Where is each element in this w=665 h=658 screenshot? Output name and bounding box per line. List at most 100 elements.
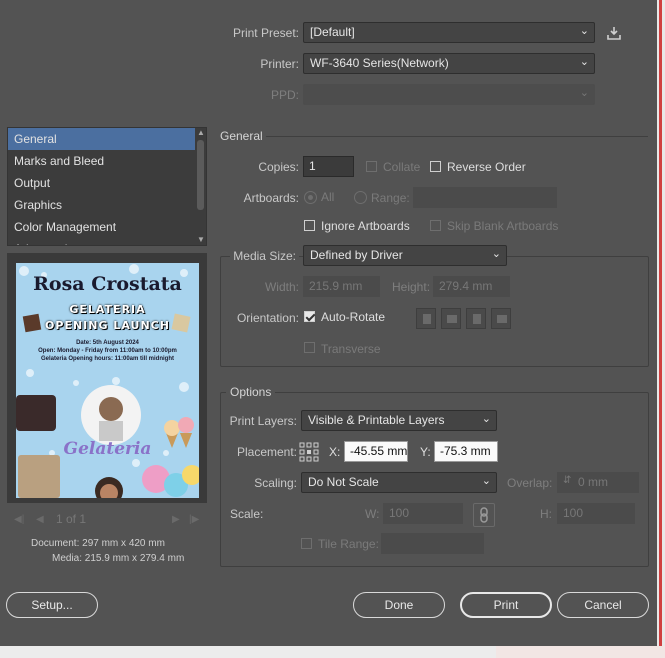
sidebar-item-general[interactable]: General: [8, 128, 195, 150]
copies-label: Copies:: [258, 160, 299, 174]
page-indicator[interactable]: 1 of 1: [52, 511, 166, 529]
print-preset-dropdown[interactable]: [Default] ⌄: [303, 22, 595, 43]
width-label: Width:: [264, 280, 299, 294]
sidebar-item-graphics[interactable]: Graphics: [8, 194, 195, 216]
divider: [266, 136, 648, 137]
collate-label: Collate: [383, 160, 421, 174]
range-radio: [354, 191, 367, 204]
chevron-down-icon: ⌄: [481, 413, 491, 425]
poster-hours: Gelateria Opening hours: 11:00am till mi…: [40, 356, 175, 362]
chevron-down-icon: ⌄: [579, 56, 589, 68]
print-layers-label: Print Layers:: [229, 414, 297, 428]
cancel-button[interactable]: Cancel: [557, 592, 649, 618]
overlap-input: ⇵ 0 mm: [557, 472, 639, 493]
printer-dropdown[interactable]: WF-3640 Series(Network) ⌄: [303, 53, 595, 74]
poster-subtitle-2: OPENING LAUNCH: [45, 319, 170, 332]
category-list[interactable]: General Marks and Bleed Output Graphics Colo…: [7, 127, 207, 246]
width-input: 215.9 mm: [303, 276, 380, 297]
general-section-title: General: [220, 129, 263, 143]
media-size-value: Defined by Driver: [310, 248, 403, 262]
ignore-artboards-label: Ignore Artboards: [321, 219, 410, 233]
h-label: H:: [540, 507, 552, 521]
copies-input[interactable]: 1: [303, 156, 354, 177]
first-page-icon[interactable]: ◀​|: [14, 514, 24, 525]
auto-rotate-checkbox[interactable]: [304, 311, 315, 322]
orientation-label: Orientation:: [236, 311, 299, 325]
scale-w-input: 100: [383, 503, 463, 524]
poster-art: [16, 263, 199, 498]
reverse-order-checkbox[interactable]: [430, 161, 441, 172]
last-page-icon[interactable]: |▶: [189, 514, 199, 525]
reverse-order-label: Reverse Order: [447, 160, 526, 174]
stepper-icon: ⇵: [563, 475, 572, 486]
chevron-down-icon: ⌄: [491, 248, 501, 260]
print-layers-value: Visible & Printable Layers: [308, 413, 445, 427]
x-label: X:: [329, 445, 341, 459]
poster-open: Open: Monday - Friday from 11:00am to 10…: [38, 348, 177, 354]
y-label: Y:: [420, 445, 431, 459]
ppd-label: PPD:: [270, 88, 299, 102]
previous-page-icon[interactable]: ◀: [36, 514, 44, 525]
x-input[interactable]: -45.55 mm: [344, 441, 408, 462]
ignore-artboards-checkbox[interactable]: [304, 220, 315, 231]
scale-label: Scale:: [230, 507, 264, 521]
print-button[interactable]: Print: [460, 592, 552, 618]
transverse-checkbox: [304, 342, 315, 353]
category-scrollbar[interactable]: ▲ ▼: [195, 128, 206, 245]
options-section-title: Options: [226, 385, 276, 399]
poster-subtitle-1: GELATERIA: [69, 303, 146, 316]
sidebar-item-output[interactable]: Output: [8, 172, 195, 194]
save-preset-icon[interactable]: [606, 25, 622, 41]
background-canvas-bottom: [0, 646, 665, 658]
skip-blank-artboards-checkbox: [430, 220, 441, 231]
artboards-label: Artboards:: [243, 191, 299, 205]
sidebar-item-color-management[interactable]: Color Management: [8, 216, 195, 238]
scaling-label: Scaling:: [254, 476, 297, 490]
done-button[interactable]: Done: [353, 592, 445, 618]
media-size-dropdown[interactable]: Defined by Driver ⌄: [303, 245, 507, 266]
constrain-proportions-link-icon: [473, 503, 495, 527]
scaling-dropdown[interactable]: Do Not Scale ⌄: [301, 472, 497, 493]
poster-title: Rosa Crostata: [33, 273, 182, 295]
w-label: W:: [365, 507, 380, 521]
scaling-value: Do Not Scale: [308, 475, 379, 489]
chevron-down-icon: ⌄: [579, 87, 589, 99]
all-artboards-radio: [304, 191, 317, 204]
poster-preview: Rosa Crostata GELATERIA OPENING LAUNCH D…: [16, 263, 199, 498]
print-preset-label: Print Preset:: [232, 26, 299, 40]
background-canvas-strip: [657, 0, 665, 658]
print-layers-dropdown[interactable]: Visible & Printable Layers ⌄: [301, 410, 497, 431]
chevron-down-icon: ⌄: [481, 475, 491, 487]
poster-date: Date: 5th August 2024: [76, 340, 139, 346]
placement-label: Placement:: [236, 445, 297, 459]
auto-rotate-label: Auto-Rotate: [321, 310, 386, 324]
flipped-landscape-orientation-icon: [491, 308, 511, 329]
transverse-label: Transverse: [321, 342, 381, 356]
flipped-portrait-orientation-icon: [466, 308, 486, 329]
tile-range-label: Tile Range:: [318, 537, 379, 551]
placement-grid-icon[interactable]: [299, 442, 319, 462]
overlap-label: Overlap:: [507, 476, 553, 490]
all-artboards-label: All: [321, 190, 335, 204]
printer-value: WF-3640 Series(Network): [310, 56, 449, 70]
sidebar-item-advanced[interactable]: Advanced: [8, 238, 195, 245]
sidebar-item-marks-and-bleed[interactable]: Marks and Bleed: [8, 150, 195, 172]
chevron-down-icon: ⌄: [579, 25, 589, 37]
portrait-orientation-icon: [416, 308, 436, 329]
setup-button[interactable]: Setup...: [6, 592, 98, 618]
y-input[interactable]: -75.3 mm: [434, 441, 498, 462]
next-page-icon[interactable]: ▶: [172, 514, 180, 525]
scrollbar-thumb[interactable]: [197, 140, 204, 210]
skip-blank-artboards-label: Skip Blank Artboards: [447, 219, 559, 233]
printer-label: Printer:: [260, 57, 299, 71]
tile-range-input: [381, 533, 484, 554]
print-preset-value: [Default]: [310, 25, 355, 39]
landscape-orientation-icon: [441, 308, 461, 329]
collate-checkbox: [366, 161, 377, 172]
tile-range-checkbox: [301, 538, 312, 549]
poster-shop: Gelateria: [63, 439, 152, 459]
scale-h-input: 100: [557, 503, 635, 524]
media-size: Media: 215.9 mm x 279.4 mm: [52, 553, 185, 564]
ppd-dropdown: ⌄: [303, 84, 595, 105]
height-label: Height:: [392, 280, 431, 294]
